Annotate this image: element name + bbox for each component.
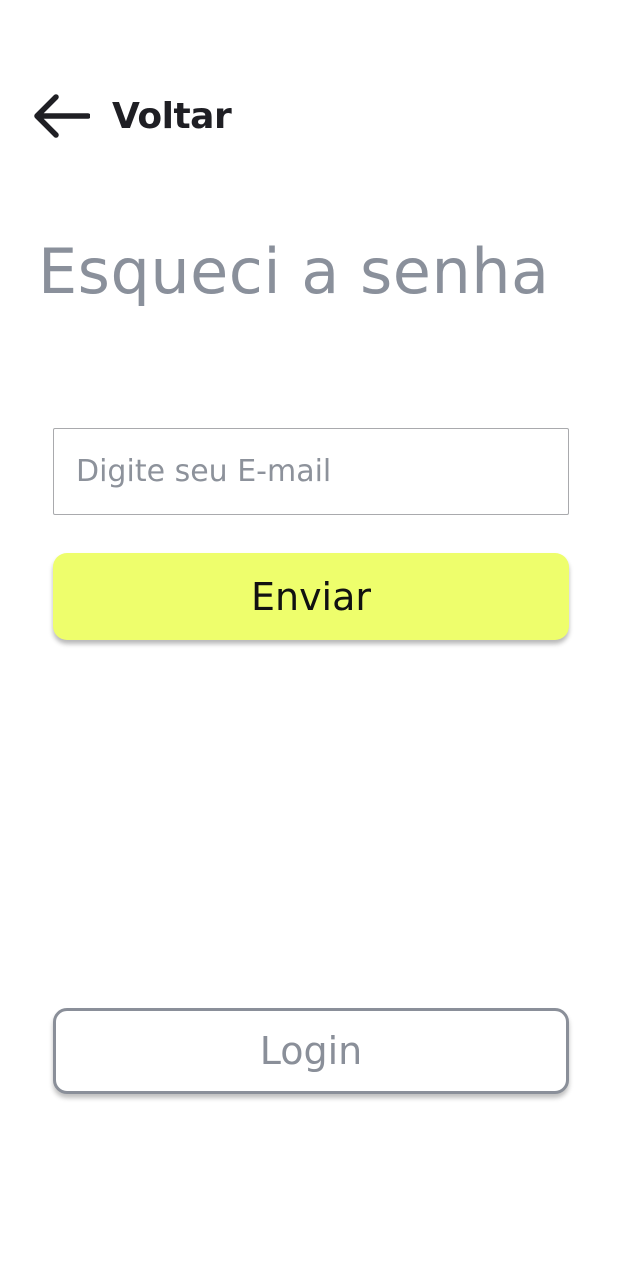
page-title: Esqueci a senha <box>38 235 550 308</box>
login-button[interactable]: Login <box>53 1008 569 1094</box>
email-input[interactable] <box>53 428 569 515</box>
back-label: Voltar <box>112 95 232 137</box>
back-button[interactable]: Voltar <box>32 88 232 144</box>
arrow-left-icon <box>32 93 90 139</box>
send-button[interactable]: Enviar <box>53 553 569 640</box>
